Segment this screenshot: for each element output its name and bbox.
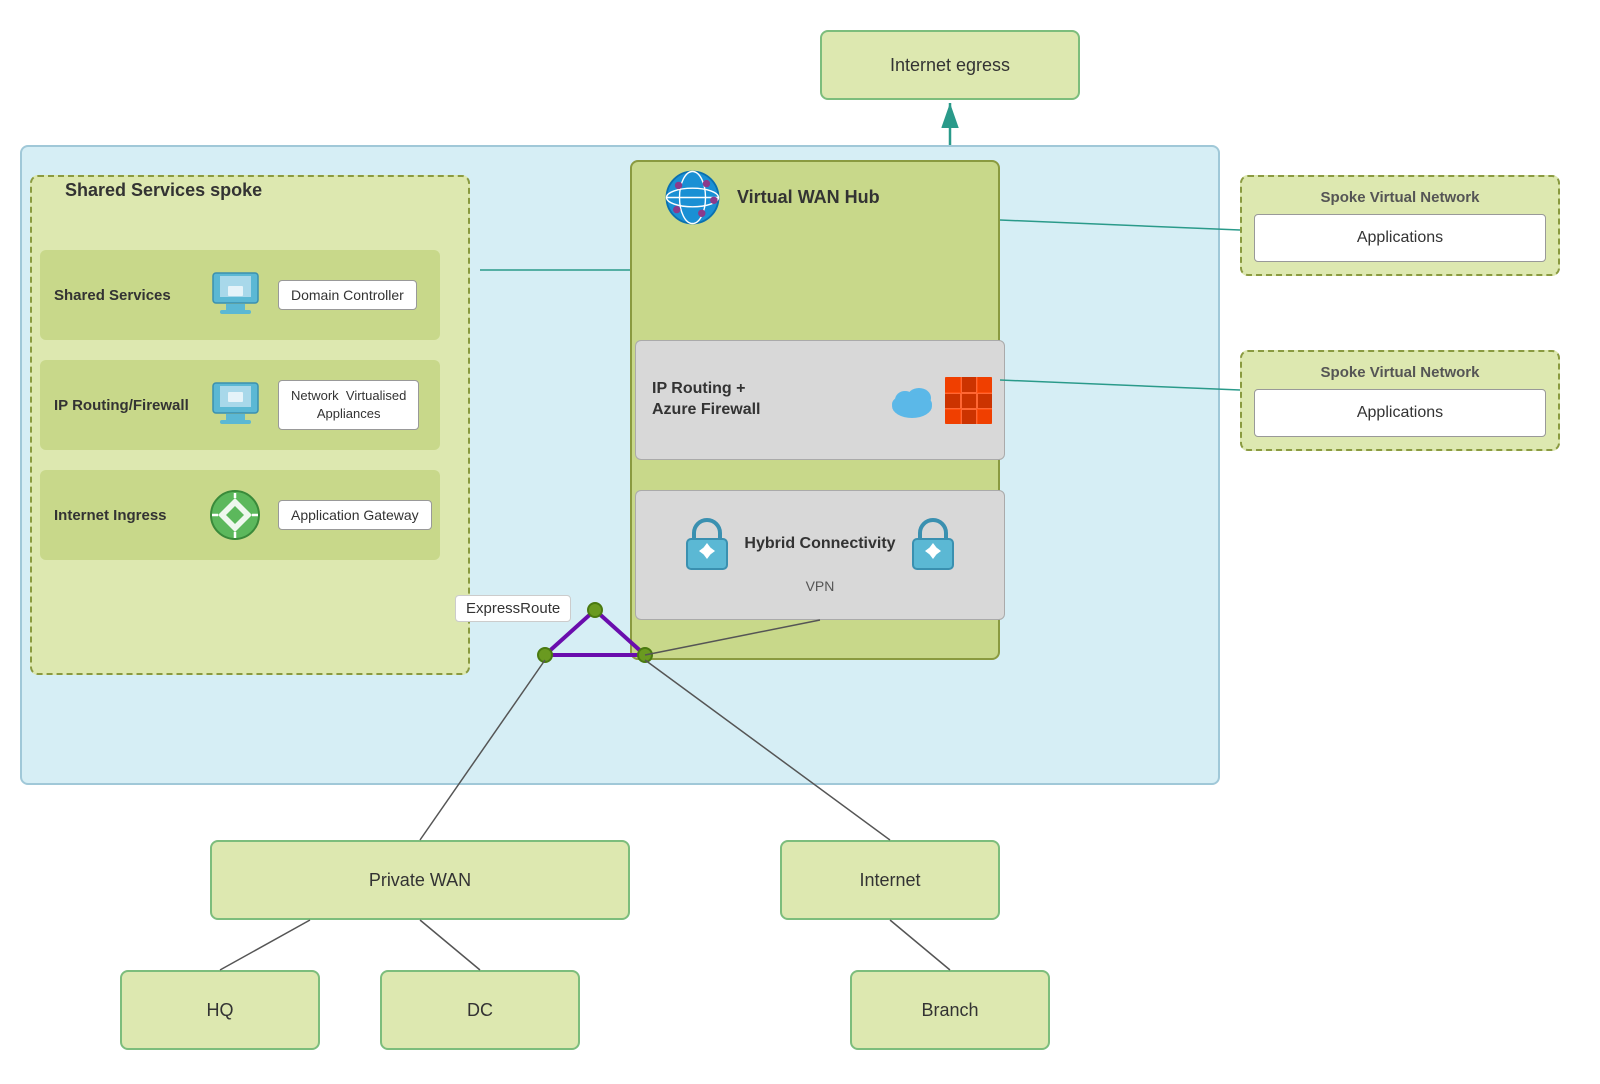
- vwan-hub-title-row: Virtual WAN Hub: [660, 165, 880, 230]
- hybrid-inner: Hybrid Connectivity: [682, 517, 957, 572]
- spoke-vnet-1: Spoke Virtual Network Applications: [1240, 175, 1560, 276]
- ip-routing-azure-firewall-label: IP Routing +Azure Firewall: [636, 379, 887, 421]
- vwan-hub-title: Virtual WAN Hub: [737, 187, 880, 208]
- lock-icon-1: [682, 517, 732, 572]
- spoke-vnet-1-app: Applications: [1254, 214, 1546, 262]
- shared-services-spoke-title: Shared Services spoke: [65, 180, 262, 201]
- globe-icon: [660, 165, 725, 230]
- internet-bottom-box: Internet: [780, 840, 1000, 920]
- computer-icon-1: [200, 260, 270, 330]
- domain-controller-box: Domain Controller: [278, 280, 417, 310]
- hybrid-text: Hybrid Connectivity: [744, 535, 895, 553]
- ip-routing-label: IP Routing/Firewall: [40, 397, 200, 414]
- diagram-root: Internet egress Shared Services spoke Sh…: [0, 0, 1600, 1084]
- hybrid-connectivity-box: Hybrid Connectivity VPN: [635, 490, 1005, 620]
- service-row-ip-routing: IP Routing/Firewall Network VirtualisedA…: [40, 360, 440, 450]
- spoke-vnet-2: Spoke Virtual Network Applications: [1240, 350, 1560, 451]
- ip-routing-azure-firewall-box: IP Routing +Azure Firewall: [635, 340, 1005, 460]
- internet-egress-label: Internet egress: [890, 55, 1010, 76]
- hq-box: HQ: [120, 970, 320, 1050]
- shared-services-label: Shared Services: [40, 287, 200, 304]
- service-row-internet-ingress: Internet Ingress Application Gateway: [40, 470, 440, 560]
- spoke-vnet-2-app: Applications: [1254, 389, 1546, 437]
- dc-box: DC: [380, 970, 580, 1050]
- internet-egress-box: Internet egress: [820, 30, 1080, 100]
- private-wan-box: Private WAN: [210, 840, 630, 920]
- triangle-connector: [530, 600, 660, 670]
- branch-box: Branch: [850, 970, 1050, 1050]
- diamond-icon: [200, 480, 270, 550]
- internet-ingress-label: Internet Ingress: [40, 507, 200, 524]
- service-row-shared-services: Shared Services Domain Controller: [40, 250, 440, 340]
- spoke-vnet-2-title: Spoke Virtual Network: [1254, 364, 1546, 381]
- spoke-vnet-1-title: Spoke Virtual Network: [1254, 189, 1546, 206]
- lock-icon-2: [908, 517, 958, 572]
- network-virtualised-box: Network VirtualisedAppliances: [278, 380, 419, 430]
- firewall-icon: [941, 373, 996, 428]
- cloud-icon: [887, 378, 937, 423]
- vpn-label: VPN: [806, 578, 835, 594]
- application-gateway-box: Application Gateway: [278, 500, 432, 530]
- computer-icon-2: [200, 370, 270, 440]
